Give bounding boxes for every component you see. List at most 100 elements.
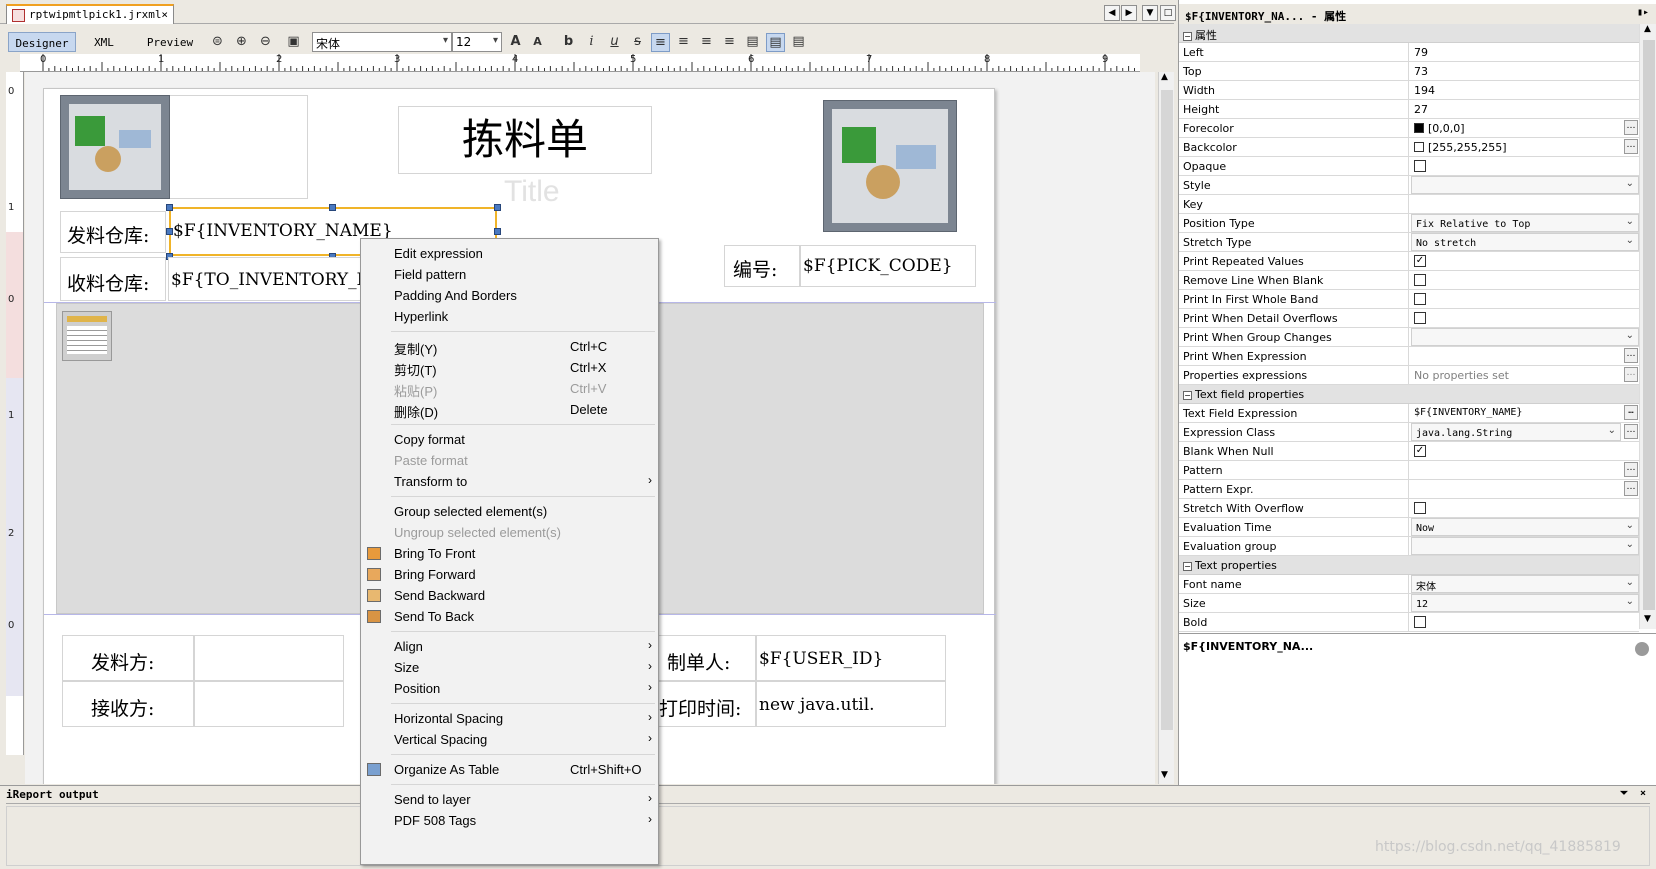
menu-item-copy-format[interactable]: Copy format xyxy=(361,429,658,451)
property-value[interactable] xyxy=(1410,499,1639,517)
property-row[interactable]: Style ⌄ xyxy=(1179,176,1639,195)
property-value[interactable]: 194 xyxy=(1410,81,1639,99)
property-value[interactable]: 73 xyxy=(1410,62,1639,80)
receive-warehouse-label[interactable]: 收料仓库: xyxy=(60,257,166,301)
align-justify-icon[interactable]: ≡ xyxy=(674,33,693,52)
minimize-icon[interactable]: ▮▸ xyxy=(1637,7,1649,18)
menu-item-size[interactable]: Size › xyxy=(361,657,658,679)
properties-scrollbar[interactable]: ▲ ▼ xyxy=(1639,24,1656,629)
property-value[interactable]: 宋体 ⌄ xyxy=(1410,575,1639,593)
property-value[interactable]: 12 ⌄ xyxy=(1410,594,1639,612)
close-icon[interactable]: × xyxy=(161,8,168,21)
property-value[interactable]: … xyxy=(1410,347,1639,365)
menu-item-hyperlink[interactable]: Hyperlink xyxy=(361,306,658,328)
creator-field[interactable]: $F{USER_ID} xyxy=(756,635,946,681)
property-dropdown[interactable]: ⌄ xyxy=(1411,537,1639,555)
property-row[interactable]: Height 27 xyxy=(1179,100,1639,119)
menu-item-paste-format[interactable]: Paste format xyxy=(361,450,658,472)
property-value[interactable]: … xyxy=(1410,461,1639,479)
creator-label[interactable]: 制单人: xyxy=(656,635,756,681)
property-row[interactable]: Print When Group Changes ⌄ xyxy=(1179,328,1639,347)
property-row[interactable]: Left 79 xyxy=(1179,43,1639,62)
menu-item-5[interactable]: 剪切(T) Ctrl+X xyxy=(361,357,658,379)
title-field[interactable]: 拣料单 xyxy=(398,106,652,174)
property-row[interactable]: Evaluation Time Now ⌄ xyxy=(1179,518,1639,537)
property-value[interactable]: $F{INVENTORY_NAME}… xyxy=(1410,404,1639,422)
font-size-select[interactable]: 12 ▾ xyxy=(452,32,502,52)
menu-item-align[interactable]: Align › xyxy=(361,636,658,658)
collapse-toggle-icon[interactable]: − xyxy=(1183,562,1192,571)
property-value[interactable]: ⌄ xyxy=(1410,176,1639,194)
property-row[interactable]: Blank When Null ✓ xyxy=(1179,442,1639,461)
property-dropdown[interactable]: ⌄ xyxy=(1411,176,1639,194)
property-value[interactable]: 27 xyxy=(1410,100,1639,118)
scroll-right-icon[interactable]: ▶ xyxy=(1121,5,1137,21)
scrollbar-thumb[interactable] xyxy=(1643,40,1655,610)
menu-item-organize-as-table[interactable]: Organize As Table Ctrl+Shift+O xyxy=(361,759,658,781)
receiver-field[interactable] xyxy=(194,681,344,727)
property-category[interactable]: − 属性 xyxy=(1179,24,1639,43)
property-value[interactable]: ✓ xyxy=(1410,252,1639,270)
checkbox[interactable] xyxy=(1414,312,1426,324)
italic-icon[interactable]: i xyxy=(582,33,601,52)
menu-item-position[interactable]: Position › xyxy=(361,678,658,700)
property-row[interactable]: Opaque xyxy=(1179,157,1639,176)
menu-item-transform-to[interactable]: Transform to › xyxy=(361,471,658,493)
info-icon[interactable] xyxy=(1635,642,1649,656)
bold-icon[interactable]: b xyxy=(559,33,578,52)
checkbox[interactable] xyxy=(1414,160,1426,172)
menu-item-padding-and-borders[interactable]: Padding And Borders xyxy=(361,285,658,307)
font-name-select[interactable]: 宋体 ▾ xyxy=(312,32,452,52)
property-row[interactable]: Properties expressions No properties set… xyxy=(1179,366,1639,385)
ellipsis-button[interactable]: … xyxy=(1624,348,1638,363)
property-row[interactable]: Print In First Whole Band xyxy=(1179,290,1639,309)
menu-item-bring-forward[interactable]: Bring Forward xyxy=(361,564,658,586)
receive-warehouse-field[interactable]: $F{TO_INVENTORY_NAM xyxy=(168,257,364,301)
property-row[interactable]: Pattern… xyxy=(1179,461,1639,480)
property-value[interactable]: Fix Relative to Top ⌄ xyxy=(1410,214,1639,232)
menu-item-4[interactable]: 复制(Y) Ctrl+C xyxy=(361,336,658,358)
property-row[interactable]: Expression Class … java.lang.String ⌄ xyxy=(1179,423,1639,442)
menu-item-send-to-layer[interactable]: Send to layer › xyxy=(361,789,658,811)
checkbox[interactable] xyxy=(1414,293,1426,305)
property-row[interactable]: Top 73 xyxy=(1179,62,1639,81)
ellipsis-button[interactable]: … xyxy=(1624,367,1638,382)
zoom-in-icon[interactable]: ⊕ xyxy=(232,33,251,52)
document-tab[interactable]: rptwipmtlpick1.jrxml × xyxy=(6,4,174,24)
property-value[interactable]: No properties set… xyxy=(1410,366,1639,384)
property-row[interactable]: Print When Detail Overflows xyxy=(1179,309,1639,328)
property-row[interactable]: Remove Line When Blank xyxy=(1179,271,1639,290)
property-value[interactable]: 79 xyxy=(1410,43,1639,61)
ellipsis-button[interactable]: … xyxy=(1624,120,1638,135)
output-content[interactable] xyxy=(6,806,1650,866)
property-value[interactable]: … xyxy=(1410,480,1639,498)
chevron-down-icon[interactable]: ▼ xyxy=(1644,614,1651,624)
property-dropdown[interactable]: 宋体 ⌄ xyxy=(1411,575,1639,593)
document-list-icon[interactable]: ▼ xyxy=(1142,5,1158,21)
property-value[interactable] xyxy=(1410,613,1639,631)
checkbox[interactable] xyxy=(1414,274,1426,286)
issuer-label[interactable]: 发料方: xyxy=(62,635,194,681)
property-value[interactable]: [0,0,0]… xyxy=(1410,119,1639,137)
menu-item-group-selected-element-s[interactable]: Group selected element(s) xyxy=(361,501,658,523)
strikethrough-icon[interactable]: s xyxy=(628,33,647,52)
property-dropdown[interactable]: ⌄ xyxy=(1411,328,1639,346)
collapse-toggle-icon[interactable]: − xyxy=(1183,391,1192,400)
logo-image-placeholder-right[interactable] xyxy=(823,100,957,232)
issue-warehouse-label[interactable]: 发料仓库: xyxy=(60,211,166,253)
property-row[interactable]: Position Type Fix Relative to Top ⌄ xyxy=(1179,214,1639,233)
code-field[interactable]: $F{PICK_CODE} xyxy=(800,245,976,287)
receiver-label[interactable]: 接收方: xyxy=(62,681,194,727)
decrease-font-icon[interactable]: A xyxy=(528,33,547,52)
property-value[interactable]: ⌄ xyxy=(1410,537,1639,555)
property-row[interactable]: Font name 宋体 ⌄ xyxy=(1179,575,1639,594)
property-row[interactable]: Text Field Expression $F{INVENTORY_NAME}… xyxy=(1179,404,1639,423)
resize-handle[interactable] xyxy=(166,228,173,235)
checkbox-checked[interactable]: ✓ xyxy=(1414,255,1426,267)
menu-item-vertical-spacing[interactable]: Vertical Spacing › xyxy=(361,729,658,751)
zoom-out-icon[interactable]: ⊖ xyxy=(256,33,275,52)
property-row[interactable]: Size 12 ⌄ xyxy=(1179,594,1639,613)
valign-top-icon[interactable]: ▤ xyxy=(743,33,762,52)
menu-item-field-pattern[interactable]: Field pattern xyxy=(361,264,658,286)
property-category[interactable]: − Text field properties xyxy=(1179,385,1639,404)
